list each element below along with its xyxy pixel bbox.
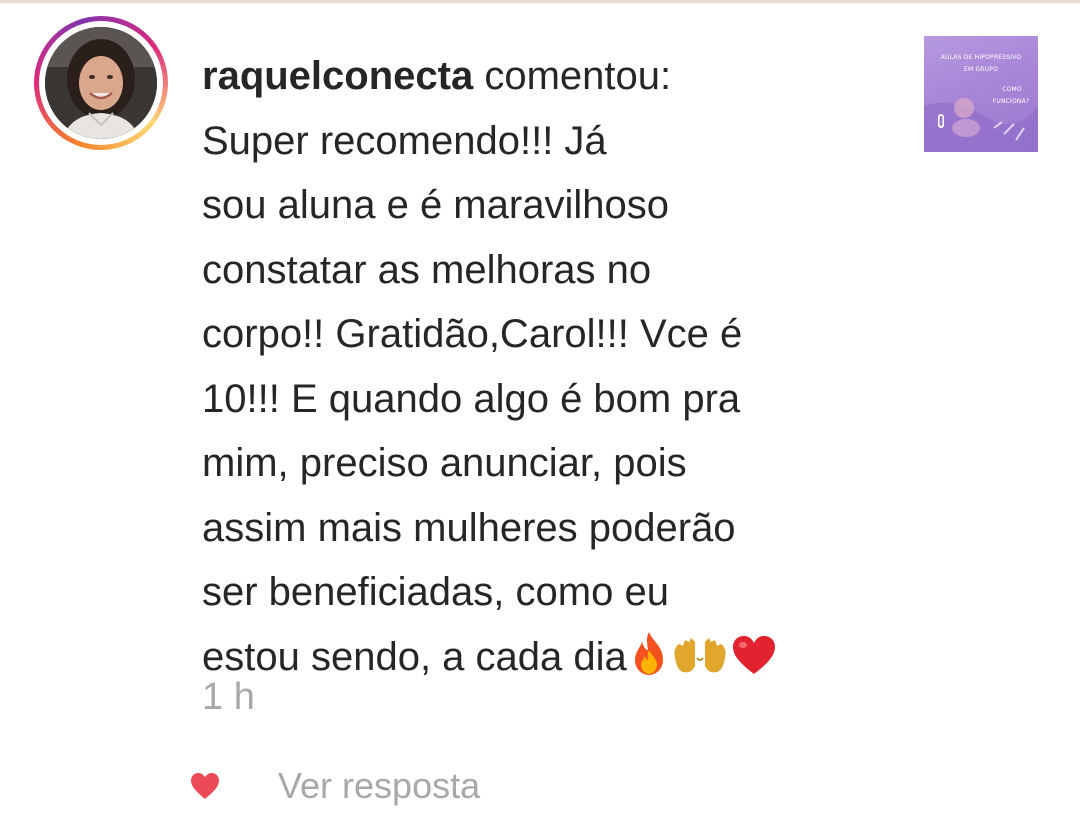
comment-line: sou aluna e é maravilhoso [202, 183, 669, 227]
comment-body: raquelconecta comentou: Super recomendo!… [202, 44, 902, 695]
top-divider [0, 0, 1080, 3]
view-reply-link[interactable]: Ver resposta [278, 765, 480, 807]
user-avatar[interactable] [34, 16, 168, 150]
like-heart-icon[interactable] [190, 772, 220, 800]
thumbnail-question-2: FUNCIONA? [992, 98, 1030, 105]
comment-line: ser beneficiadas, como eu [202, 570, 669, 614]
comment-line: estou sendo, a cada dia [202, 634, 627, 679]
raising-hands-emoji [671, 631, 729, 696]
comment-header: raquelconecta comentou: [202, 44, 902, 109]
comment-last-line: estou sendo, a cada dia [202, 625, 902, 696]
red-heart-emoji [731, 631, 777, 696]
thumbnail-question-1: COMO [1002, 86, 1022, 93]
comment-line: 10!!! E quando algo é bom pra [202, 376, 741, 421]
comment-line: mim, preciso anunciar, pois [202, 441, 687, 485]
comment-timestamp: 1 h [202, 676, 255, 718]
post-thumbnail[interactable]: AULAS DE HIPOPRESSIVO EM GRUPO COMO FUNC… [924, 36, 1038, 152]
fire-emoji [629, 630, 669, 696]
comment-line: Super recomendo!!! Já [202, 118, 607, 163]
thumbnail-title: AULAS DE HIPOPRESSIVO [940, 54, 1022, 61]
comment-actions: Ver resposta [190, 760, 480, 812]
avatar-photo [45, 27, 157, 139]
comment-action: comentou: [484, 54, 672, 98]
comment-line: assim mais mulheres poderão [202, 505, 736, 550]
comment-line: constatar as melhoras no [202, 247, 652, 292]
username-link[interactable]: raquelconecta [202, 54, 473, 98]
comment-line: corpo!! Gratidão,Carol!!! Vce é [202, 312, 743, 356]
thumbnail-subtitle: EM GRUPO [963, 66, 999, 73]
